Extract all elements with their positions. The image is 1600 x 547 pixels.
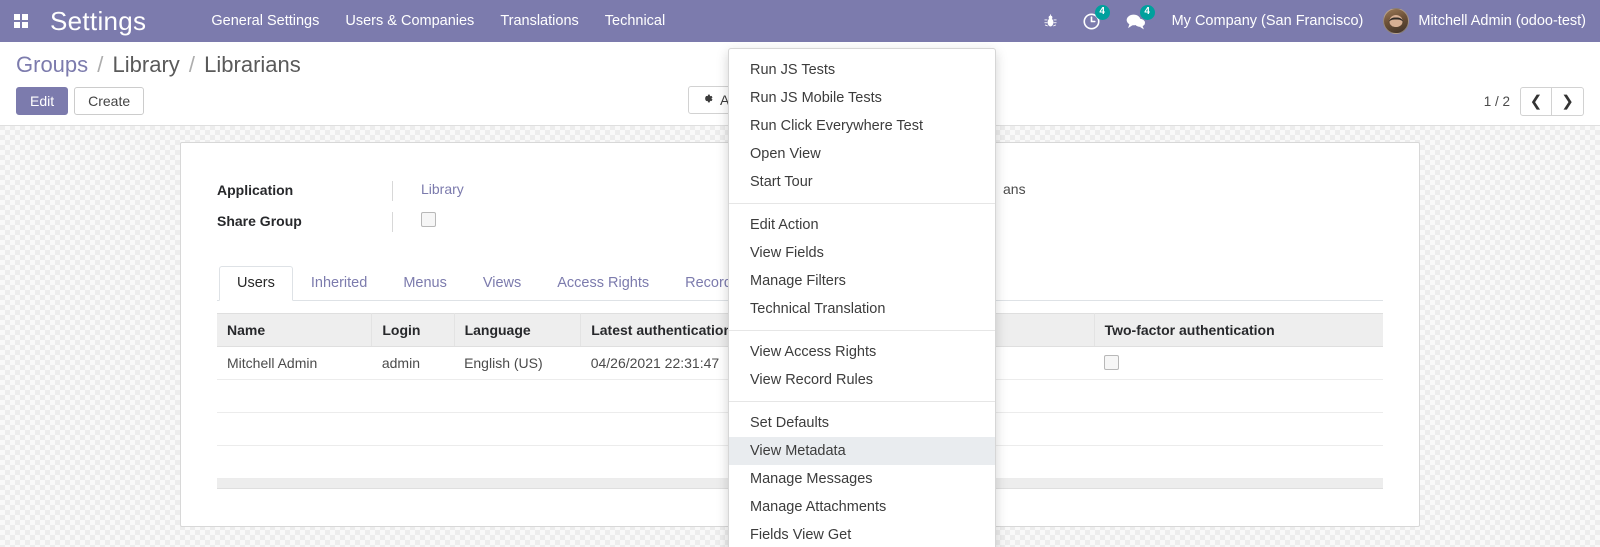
cell-empty — [1094, 379, 1383, 413]
field-value-name-fragment: ans — [1003, 181, 1026, 197]
user-menu[interactable]: Mitchell Admin (odoo-test) — [1377, 8, 1586, 34]
pager-buttons: ❮ ❯ — [1520, 86, 1584, 116]
menu-item-manage-messages[interactable]: Manage Messages — [729, 465, 995, 493]
edit-button[interactable]: Edit — [16, 87, 69, 115]
pager-value: 1 / 2 — [1483, 93, 1510, 109]
activity-clock-icon[interactable]: 4 — [1070, 0, 1113, 42]
menu-item-manage-attachments[interactable]: Manage Attachments — [729, 493, 995, 521]
pager: 1 / 2 ❮ ❯ — [1483, 86, 1584, 116]
two-factor-checkbox[interactable] — [1104, 355, 1120, 370]
cell-empty — [1094, 412, 1383, 446]
tab-access-rights[interactable]: Access Rights — [539, 266, 667, 301]
pager-next-button[interactable]: ❯ — [1552, 86, 1584, 116]
app-brand-title[interactable]: Settings — [50, 6, 146, 37]
menu-item-view-fields[interactable]: View Fields — [729, 239, 995, 267]
company-switcher[interactable]: My Company (San Francisco) — [1158, 13, 1378, 29]
cell-empty — [1094, 445, 1383, 479]
breadcrumb-separator-2: / — [188, 52, 196, 77]
menu-item-view-metadata[interactable]: View Metadata — [729, 437, 995, 465]
cell-empty — [371, 445, 455, 479]
column-header-two-factor[interactable]: Two-factor authentication — [1094, 313, 1383, 347]
column-header-name[interactable]: Name — [217, 313, 373, 347]
field-label-share-group: Share Group — [217, 213, 302, 229]
nav-item-general-settings[interactable]: General Settings — [198, 7, 332, 35]
top-navbar: Settings General Settings Users & Compan… — [0, 0, 1600, 42]
menu-divider — [729, 203, 995, 204]
menu-item-start-tour[interactable]: Start Tour — [729, 168, 995, 196]
cell-empty — [217, 379, 372, 413]
gear-icon — [701, 92, 714, 108]
breadcrumb-item-library[interactable]: Library — [113, 52, 180, 77]
action-dropdown-menu: Run JS Tests Run JS Mobile Tests Run Cli… — [728, 48, 996, 547]
cell-login: admin — [371, 346, 455, 380]
tab-views[interactable]: Views — [465, 266, 539, 301]
share-group-checkbox[interactable] — [421, 212, 436, 227]
chevron-right-icon: ❯ — [1561, 93, 1574, 110]
cell-empty — [371, 412, 455, 446]
menu-divider — [729, 330, 995, 331]
messaging-comment-icon[interactable]: 4 — [1113, 0, 1158, 42]
cell-empty — [217, 445, 372, 479]
menu-item-set-defaults[interactable]: Set Defaults — [729, 409, 995, 437]
menu-item-technical-translation[interactable]: Technical Translation — [729, 295, 995, 323]
menu-item-fields-view-get[interactable]: Fields View Get — [729, 521, 995, 547]
tab-inherited[interactable]: Inherited — [293, 266, 385, 301]
breadcrumb-separator: / — [97, 52, 104, 77]
record-buttons: Edit Create — [16, 87, 145, 115]
field-label-application: Application — [217, 182, 294, 198]
breadcrumb-item-groups[interactable]: Groups — [16, 52, 88, 77]
menu-item-view-record-rules[interactable]: View Record Rules — [729, 366, 995, 394]
menu-item-view-access-rights[interactable]: View Access Rights — [729, 338, 995, 366]
menu-item-run-js-tests[interactable]: Run JS Tests — [729, 56, 995, 84]
tab-menus[interactable]: Menus — [385, 266, 465, 301]
form-column-left: Application Library Share Group — [217, 181, 800, 232]
chevron-left-icon: ❮ — [1529, 93, 1543, 110]
nav-item-translations[interactable]: Translations — [487, 7, 591, 35]
breadcrumb-item-current: Librarians — [204, 52, 301, 77]
column-header-language[interactable]: Language — [454, 313, 582, 347]
cell-empty — [454, 412, 581, 446]
activity-count-badge: 4 — [1094, 5, 1110, 20]
cell-empty — [454, 445, 581, 479]
pager-previous-button[interactable]: ❮ — [1520, 86, 1552, 116]
menu-item-edit-action[interactable]: Edit Action — [729, 211, 995, 239]
tab-users[interactable]: Users — [219, 266, 293, 301]
messaging-count-badge: 4 — [1139, 5, 1155, 20]
cell-empty — [217, 412, 372, 446]
cell-empty — [454, 379, 581, 413]
cell-language: English (US) — [454, 346, 581, 380]
systray: 4 4 My Company (San Francisco) Mitchell … — [1031, 0, 1586, 42]
user-menu-label: Mitchell Admin (odoo-test) — [1418, 13, 1586, 29]
navbar-menu-list: General Settings Users & Companies Trans… — [198, 7, 678, 35]
cell-two-factor — [1094, 346, 1383, 380]
cell-name: Mitchell Admin — [217, 346, 372, 380]
create-button[interactable]: Create — [74, 87, 145, 115]
menu-divider — [729, 401, 995, 402]
cell-empty — [371, 379, 455, 413]
bug-icon[interactable] — [1031, 0, 1070, 42]
menu-item-open-view[interactable]: Open View — [729, 140, 995, 168]
menu-item-manage-filters[interactable]: Manage Filters — [729, 267, 995, 295]
menu-item-run-js-mobile-tests[interactable]: Run JS Mobile Tests — [729, 84, 995, 112]
menu-item-run-click-everywhere-test[interactable]: Run Click Everywhere Test — [729, 112, 995, 140]
nav-item-technical[interactable]: Technical — [592, 7, 678, 35]
column-header-login[interactable]: Login — [371, 313, 455, 347]
nav-item-users-companies[interactable]: Users & Companies — [332, 7, 487, 35]
avatar — [1383, 8, 1410, 34]
apps-grid-icon[interactable] — [8, 8, 34, 34]
